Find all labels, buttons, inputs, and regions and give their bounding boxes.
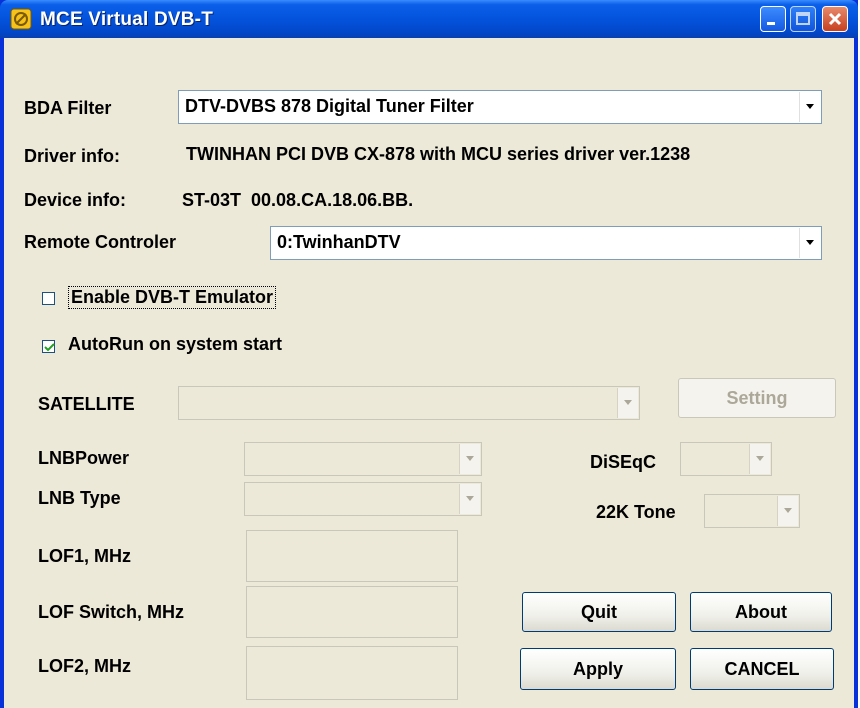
device-info-value: ST-03T 00.08.CA.18.06.BB. <box>182 190 414 210</box>
quit-button[interactable]: Quit <box>522 592 676 632</box>
app-icon <box>10 8 32 30</box>
remote-controller-label: Remote Controler <box>24 232 177 252</box>
bda-filter-value: DTV-DVBS 878 Digital Tuner Filter <box>185 96 474 116</box>
chevron-down-icon[interactable] <box>749 444 770 474</box>
lof2-label: LOF2, MHz <box>38 656 131 676</box>
lnb-power-select[interactable] <box>244 442 482 476</box>
close-button[interactable] <box>822 6 848 32</box>
dialog-body: BDA Filter DTV-DVBS 878 Digital Tuner Fi… <box>4 38 854 708</box>
lof-switch-label: LOF Switch, MHz <box>38 602 184 622</box>
tone-22k-label: 22K Tone <box>596 502 676 522</box>
device-info-label: Device info: <box>24 190 127 210</box>
lof2-input[interactable] <box>246 646 458 700</box>
driver-info-value: TWINHAN PCI DVB CX-878 with MCU series d… <box>186 144 691 164</box>
lnb-power-label: LNBPower <box>38 448 130 468</box>
bda-filter-label: BDA Filter <box>24 98 112 118</box>
satellite-select[interactable] <box>178 386 640 420</box>
setting-button[interactable]: Setting <box>678 378 836 418</box>
maximize-button[interactable] <box>790 6 816 32</box>
diseqc-label: DiSEqC <box>590 452 657 472</box>
chevron-down-icon[interactable] <box>799 92 820 122</box>
diseqc-select[interactable] <box>680 442 772 476</box>
driver-info-label: Driver info: <box>24 146 121 166</box>
about-button[interactable]: About <box>690 592 832 632</box>
apply-button[interactable]: Apply <box>520 648 676 690</box>
chevron-down-icon[interactable] <box>459 444 480 474</box>
lnb-type-select[interactable] <box>244 482 482 516</box>
autorun-label[interactable]: AutoRun on system start <box>68 334 282 355</box>
chevron-down-icon[interactable] <box>617 388 638 418</box>
tone-22k-select[interactable] <box>704 494 800 528</box>
lof1-label: LOF1, MHz <box>38 546 131 566</box>
chevron-down-icon[interactable] <box>799 228 820 258</box>
title-bar[interactable]: MCE Virtual DVB-T <box>0 0 858 38</box>
chevron-down-icon[interactable] <box>777 496 798 526</box>
autorun-checkbox[interactable] <box>42 340 55 353</box>
minimize-button[interactable] <box>760 6 786 32</box>
satellite-label: SATELLITE <box>38 394 135 414</box>
cancel-button[interactable]: CANCEL <box>690 648 834 690</box>
bda-filter-select[interactable]: DTV-DVBS 878 Digital Tuner Filter <box>178 90 822 124</box>
dialog-window: MCE Virtual DVB-T BDA Filter DTV-DVBS 87… <box>0 0 858 708</box>
emulator-checkbox[interactable] <box>42 292 55 305</box>
chevron-down-icon[interactable] <box>459 484 480 514</box>
lnb-type-label: LNB Type <box>38 488 121 508</box>
lof1-input[interactable] <box>246 530 458 582</box>
remote-controller-select[interactable]: 0:TwinhanDTV <box>270 226 822 260</box>
lof-switch-input[interactable] <box>246 586 458 638</box>
remote-controller-value: 0:TwinhanDTV <box>277 232 401 252</box>
window-title: MCE Virtual DVB-T <box>40 9 214 30</box>
emulator-label[interactable]: Enable DVB-T Emulator <box>68 286 277 309</box>
